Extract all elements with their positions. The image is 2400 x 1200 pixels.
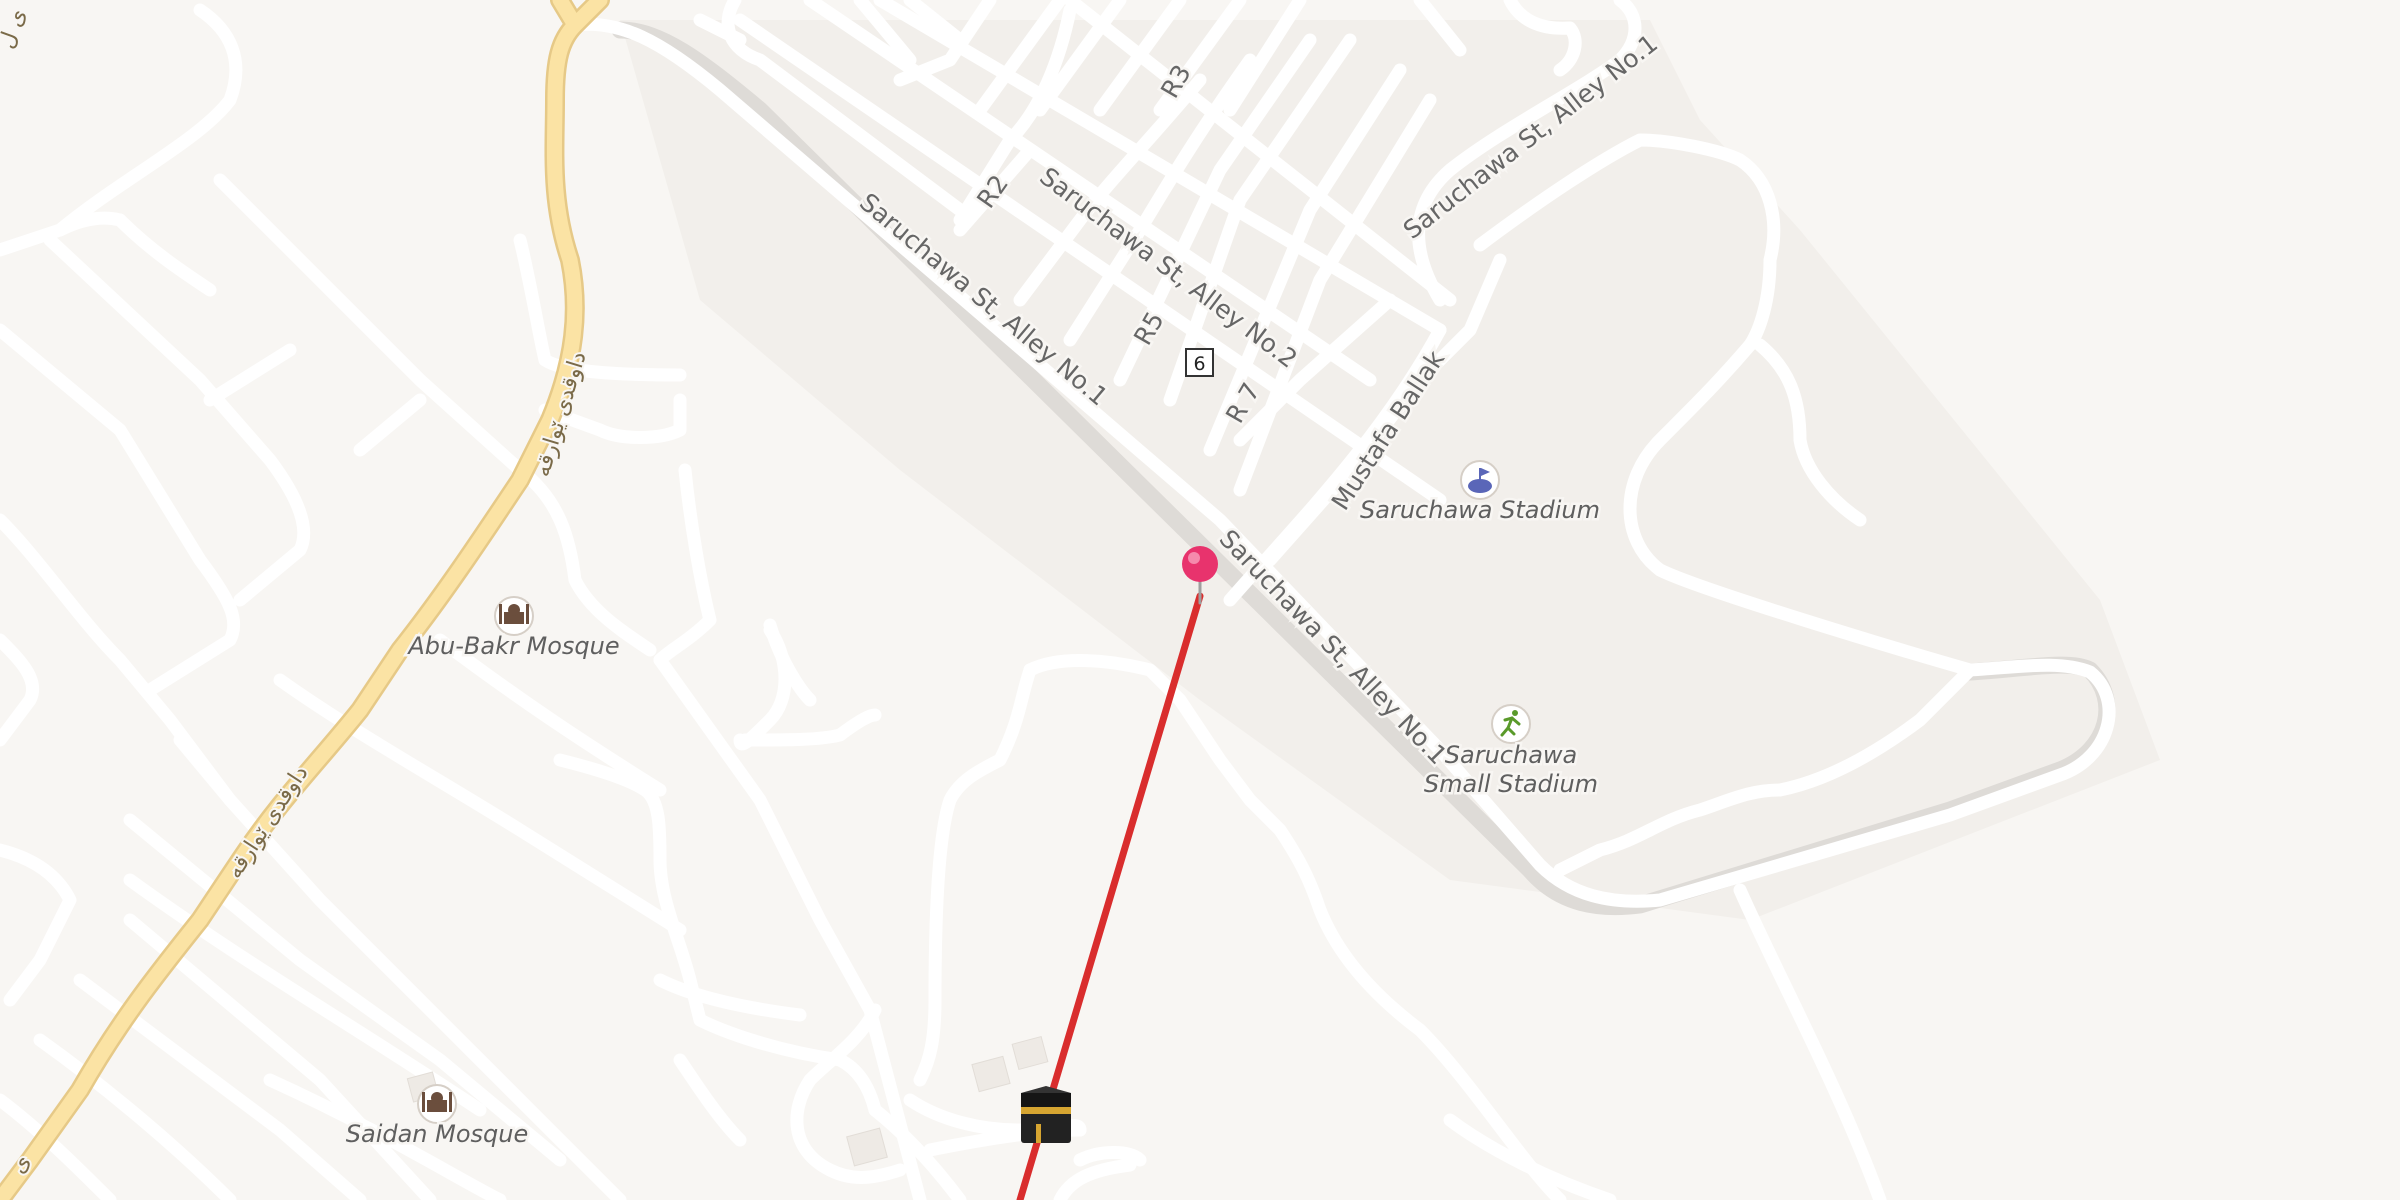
svg-text:6: 6 bbox=[1193, 353, 1205, 375]
label-arabic-edge-top: ی ل bbox=[0, 6, 31, 52]
map-canvas[interactable]: Saruchawa St, Alley No.1 Saruchawa St, A… bbox=[0, 0, 2400, 1200]
poi-label: Saruchawa bbox=[1445, 741, 1577, 769]
poi-label: Small Stadium bbox=[1424, 770, 1598, 798]
poi-label: Abu-Bakr Mosque bbox=[406, 632, 619, 660]
label-arabic-mid: داوقدی ێوارقە bbox=[222, 761, 313, 883]
label-arabic-top: داوقدی ێوارقە bbox=[530, 349, 592, 480]
poi-label: Saidan Mosque bbox=[346, 1120, 529, 1148]
kaaba-icon[interactable] bbox=[1021, 1086, 1071, 1143]
poi-label: Saruchawa Stadium bbox=[1360, 496, 1600, 524]
route-shield: 6 bbox=[1185, 348, 1214, 377]
